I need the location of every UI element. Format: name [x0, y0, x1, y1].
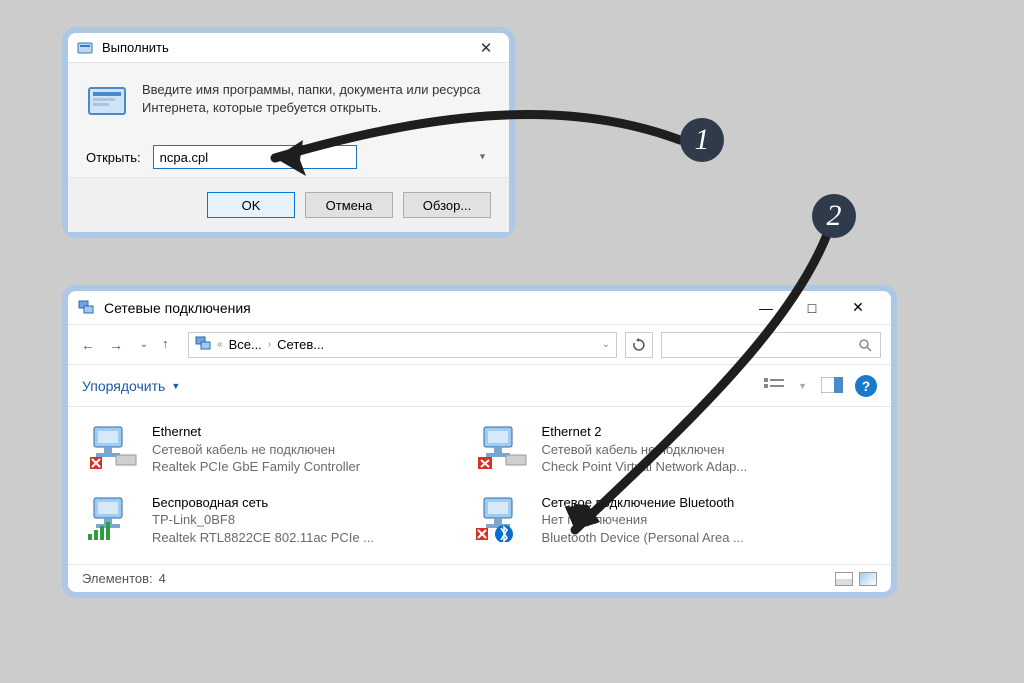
connection-item[interactable]: Ethernet Сетевой кабель не подключен Rea…	[82, 417, 472, 488]
adapter-icon	[86, 423, 140, 471]
browse-button[interactable]: Обзор...	[403, 192, 491, 218]
thumbnails-view-icon[interactable]	[859, 572, 877, 586]
connection-name: Ethernet	[152, 423, 360, 441]
close-icon[interactable]: ✕	[471, 39, 501, 57]
breadcrumb-part2[interactable]: Сетев...	[277, 337, 324, 352]
explorer-navbar: ← → ⌄ ↑ « Все... › Сетев... ⌄	[68, 325, 891, 365]
explorer-window: Сетевые подключения — □ ✕ ← → ⌄ ↑ « Все.…	[62, 285, 897, 598]
organize-menu[interactable]: Упорядочить ▼	[82, 378, 180, 394]
minimize-icon[interactable]: —	[743, 300, 789, 316]
annotation-badge-2: 2	[812, 194, 856, 238]
run-dialog: Выполнить ✕ Введите имя программы, папки…	[62, 27, 515, 238]
view-details-icon[interactable]	[764, 377, 784, 395]
run-input-wrap: ▾	[153, 145, 491, 169]
run-open-label: Открыть:	[86, 150, 141, 165]
connection-device: Realtek RTL8822CE 802.11ac PCIe ...	[152, 529, 374, 547]
annotation-badge-1: 1	[680, 118, 724, 162]
run-icon	[76, 39, 94, 57]
maximize-icon[interactable]: □	[789, 300, 835, 316]
adapter-icon	[476, 494, 530, 542]
back-icon[interactable]: ←	[78, 335, 98, 355]
organize-label: Упорядочить	[82, 378, 165, 394]
status-label: Элементов:	[82, 571, 153, 586]
adapter-icon	[86, 494, 140, 542]
connection-status: Нет подключения	[542, 511, 744, 529]
search-icon	[858, 338, 872, 352]
status-count: 4	[159, 571, 166, 586]
connection-status: Сетевой кабель не подключен	[152, 441, 360, 459]
chevron-down-icon[interactable]: ▾	[480, 152, 485, 163]
breadcrumb-sep-icon: «	[217, 339, 223, 350]
error-badge-icon	[90, 457, 102, 469]
adapter-icon	[476, 423, 530, 471]
error-badge-icon	[476, 528, 488, 540]
breadcrumb-part1[interactable]: Все...	[229, 337, 262, 352]
ok-button[interactable]: OK	[207, 192, 295, 218]
run-button-row: OK Отмена Обзор...	[68, 177, 509, 232]
run-instruction: Введите имя программы, папки, документа …	[142, 81, 491, 116]
preview-pane-icon[interactable]	[821, 377, 841, 395]
explorer-titlebar: Сетевые подключения — □ ✕	[68, 291, 891, 325]
history-chevron-icon[interactable]: ⌄	[134, 335, 154, 355]
up-icon[interactable]: ↑	[162, 336, 180, 354]
refresh-button[interactable]	[625, 332, 653, 358]
chevron-down-icon: ▼	[171, 381, 180, 391]
search-input[interactable]	[661, 332, 881, 358]
connection-status: TP-Link_0BF8	[152, 511, 374, 529]
connection-item[interactable]: Беспроводная сеть TP-Link_0BF8 Realtek R…	[82, 488, 472, 559]
run-input[interactable]	[153, 145, 357, 169]
cancel-button[interactable]: Отмена	[305, 192, 393, 218]
connection-list: Ethernet Сетевой кабель не подключен Rea…	[68, 407, 891, 564]
explorer-title: Сетевые подключения	[104, 300, 743, 316]
forward-icon[interactable]: →	[106, 335, 126, 355]
run-large-icon	[86, 81, 128, 123]
connection-name: Сетевое подключение Bluetooth	[542, 494, 744, 512]
explorer-toolbar: Упорядочить ▼ ▼ ?	[68, 365, 891, 407]
error-badge-icon	[478, 457, 492, 469]
chevron-down-icon[interactable]: ▼	[798, 381, 807, 391]
chevron-right-icon: ›	[268, 339, 271, 350]
connection-item[interactable]: Сетевое подключение Bluetooth Нет подклю…	[472, 488, 862, 559]
connection-status: Сетевой кабель не подключен	[542, 441, 748, 459]
address-icon	[195, 335, 211, 354]
network-connections-icon	[78, 299, 96, 317]
details-view-icon[interactable]	[835, 572, 853, 586]
run-body: Введите имя программы, папки, документа …	[68, 63, 509, 177]
connection-name: Ethernet 2	[542, 423, 748, 441]
connection-item[interactable]: Ethernet 2 Сетевой кабель не подключен C…	[472, 417, 862, 488]
connection-device: Bluetooth Device (Personal Area ...	[542, 529, 744, 547]
connection-name: Беспроводная сеть	[152, 494, 374, 512]
close-icon[interactable]: ✕	[835, 299, 881, 316]
chevron-down-icon[interactable]: ⌄	[602, 339, 610, 350]
run-titlebar: Выполнить ✕	[68, 33, 509, 63]
address-bar[interactable]: « Все... › Сетев... ⌄	[188, 332, 617, 358]
run-title: Выполнить	[102, 40, 471, 55]
connection-device: Check Point Virtual Network Adap...	[542, 458, 748, 476]
explorer-statusbar: Элементов: 4	[68, 564, 891, 592]
help-icon[interactable]: ?	[855, 375, 877, 397]
connection-device: Realtek PCIe GbE Family Controller	[152, 458, 360, 476]
